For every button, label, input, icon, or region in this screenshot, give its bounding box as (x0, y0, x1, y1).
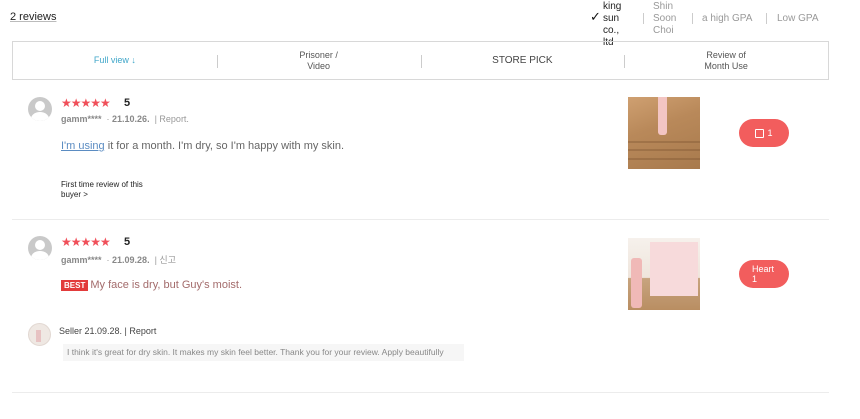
like-button[interactable]: 1 (739, 119, 789, 147)
sort-option-high-gpa[interactable]: a high GPA (702, 13, 752, 25)
first-review-link[interactable]: First time review of this buyer > (61, 180, 171, 200)
review-photo[interactable] (628, 238, 700, 310)
sort-option-low-gpa[interactable]: Low GPA (777, 13, 819, 25)
report-link[interactable]: 신고 (159, 255, 176, 265)
rating-score: 5 (124, 236, 131, 248)
best-badge: BEST (61, 279, 89, 291)
star-rating: ★★★★★ (61, 235, 111, 249)
tab-prisoner-video[interactable]: Prisoner / Video (216, 42, 421, 79)
checkmark-icon: ✓ (590, 9, 601, 24)
rating-score: 5 (124, 97, 131, 109)
like-button[interactable]: Heart 1 (739, 260, 789, 288)
sort-divider (692, 13, 693, 24)
tab-store-pick[interactable]: STORE PICK (420, 42, 625, 79)
review-count: 2 reviews (10, 11, 57, 23)
seller-meta: Seller 21.09.28. | Report (59, 326, 157, 336)
user-avatar (28, 236, 52, 260)
sort-option-shin-soon-choi[interactable]: Shin Soon Choi (653, 1, 676, 37)
reviewer-id: gamm**** (61, 255, 102, 265)
tab-full-view[interactable]: Full view ↓ (13, 42, 217, 79)
review-filter-bar: Full view ↓ Prisoner / Video STORE PICK R… (12, 41, 829, 80)
tab-month-use[interactable]: Review of Month Use (624, 42, 828, 79)
product-box (650, 242, 698, 296)
seller-avatar (28, 323, 51, 346)
user-avatar (28, 97, 52, 121)
review-photo[interactable] (628, 97, 700, 169)
review-text: I'm using it for a month. I'm dry, so I'… (61, 140, 345, 152)
review-date: 21.09.28. (112, 255, 150, 265)
seller-reply: I think it's great for dry skin. It make… (63, 344, 464, 361)
sort-divider (766, 13, 767, 24)
star-rating: ★★★★★ (61, 96, 111, 110)
review-text: BEST My face is dry, but Guy's moist. (61, 279, 242, 291)
product-tube (658, 97, 667, 135)
product-tube (631, 258, 642, 308)
review-meta: gamm**** · 21.09.28. | 신고 (61, 255, 176, 265)
review-item: ★★★★★ 5 gamm**** · 21.09.28. | 신고 BEST My… (12, 221, 829, 393)
sort-divider (643, 13, 644, 24)
reviewer-id: gamm**** (61, 114, 102, 124)
review-date: 21.10.26. (112, 114, 150, 124)
thumbs-up-icon (755, 128, 765, 138)
review-item: ★★★★★ 5 gamm**** · 21.10.26. | Report. I… (12, 88, 829, 220)
report-link[interactable]: Report. (159, 114, 189, 124)
review-meta: gamm**** · 21.10.26. | Report. (61, 114, 189, 124)
